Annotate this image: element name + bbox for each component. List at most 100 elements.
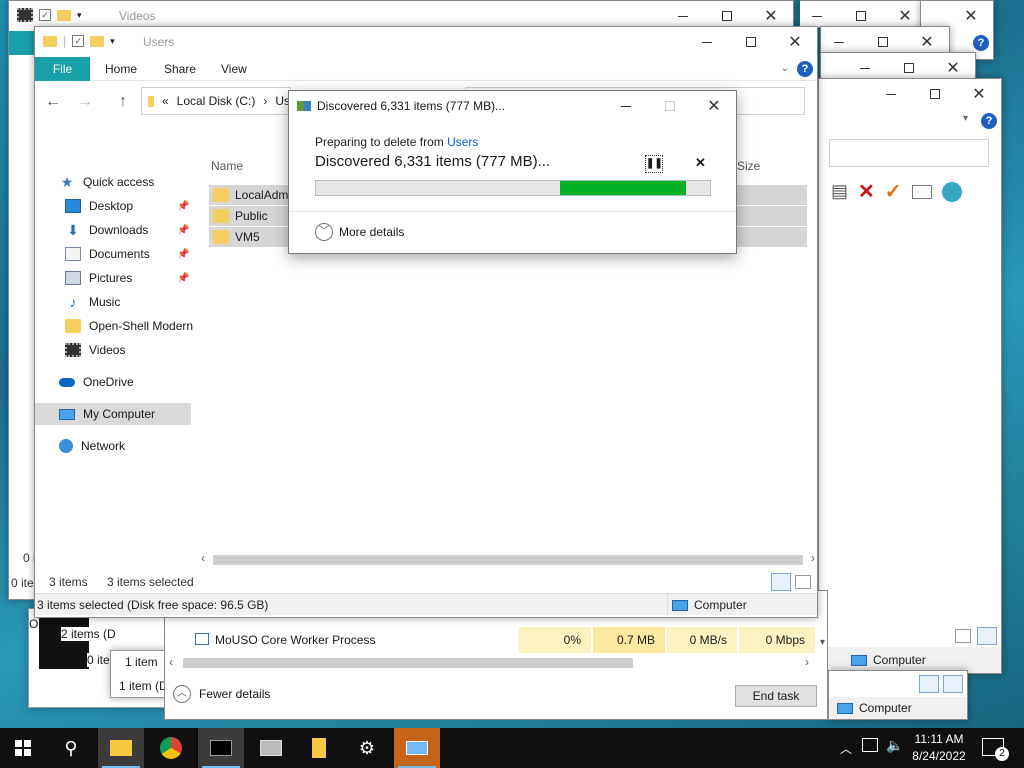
nav-openshell[interactable]: Open-Shell Modern [65, 315, 193, 337]
lower-explorer-window[interactable]: Computer [828, 670, 968, 720]
large-icons-view-icon[interactable] [795, 575, 811, 589]
nav-quick-access[interactable]: ★ Quick access [59, 171, 195, 193]
taskbar-terminal[interactable] [198, 728, 244, 768]
nav-music[interactable]: ♪ Music [65, 291, 201, 313]
scroll-right-icon[interactable]: › [805, 655, 809, 669]
address-bar[interactable]: « Local Disk (C:) › Us [141, 87, 291, 115]
chevron-down-icon[interactable]: ▾ [963, 113, 968, 124]
right-explorer-window[interactable]: ✕ ▾ ? ▤ ✕ ✓ Computer [818, 78, 1002, 674]
checkmark-icon[interactable]: ✓ [885, 179, 902, 204]
maximize-button[interactable] [839, 1, 883, 27]
ribbon-home-tab[interactable]: Home [105, 62, 137, 76]
large-icons-view-icon[interactable] [977, 627, 997, 645]
volume-icon[interactable]: 🔈 [886, 737, 903, 754]
process-row[interactable]: MoUSO Core Worker Process 0% 0.7 MB 0 MB… [165, 627, 815, 653]
maximize-button[interactable] [913, 79, 957, 109]
large-icons-view-icon[interactable] [943, 675, 963, 693]
back-arrow-icon[interactable]: ← [45, 93, 61, 111]
expand-ribbon-icon[interactable]: ⌄ [781, 63, 789, 74]
details-view-icon[interactable] [955, 629, 971, 643]
minimize-button[interactable] [685, 27, 729, 57]
close-button[interactable]: ✕ [692, 91, 736, 121]
taskbar-folder[interactable] [296, 728, 342, 768]
ribbon: File Home Share View ⌄ ? [35, 57, 817, 81]
end-task-button[interactable]: End task [735, 685, 817, 707]
details-view-icon[interactable] [771, 573, 791, 591]
ribbon-view-tab[interactable]: View [221, 62, 247, 76]
maximize-button[interactable] [729, 27, 773, 57]
pin-icon: 📌 [177, 201, 190, 212]
properties-icon[interactable]: ✓ [39, 9, 51, 21]
new-folder-icon[interactable] [90, 35, 105, 47]
taskbar-settings[interactable]: ⚙ [344, 728, 390, 768]
nav-onedrive[interactable]: OneDrive [59, 371, 195, 393]
notification-center-button[interactable]: 2 [982, 738, 1009, 761]
chevron-down-icon[interactable]: ▾ [110, 36, 115, 47]
address-overflow-chevron[interactable]: « [162, 94, 169, 108]
fewer-details-button[interactable]: ︿ Fewer details [173, 685, 270, 703]
computer-icon [672, 599, 688, 611]
clipboard-icon[interactable]: ▤ [831, 181, 848, 202]
start-button[interactable] [0, 728, 46, 768]
file-name: LocalAdmi [235, 188, 292, 202]
source-folder-link[interactable]: Users [447, 135, 478, 149]
scroll-left-icon[interactable]: ‹ [201, 551, 205, 565]
help-icon[interactable]: ? [797, 61, 813, 77]
nav-label: OneDrive [83, 375, 134, 389]
notification-count-badge: 2 [995, 747, 1009, 761]
delete-progress-dialog[interactable]: Discovered 6,331 items (777 MB)... ✕ Pre… [288, 90, 737, 254]
close-button[interactable]: ✕ [773, 27, 817, 57]
close-button[interactable]: ✕ [957, 79, 1001, 109]
nav-videos[interactable]: Videos [65, 339, 201, 361]
progress-fill [560, 181, 686, 195]
scroll-left-icon[interactable]: ‹ [169, 655, 173, 669]
minimize-button[interactable] [869, 79, 913, 109]
scroll-down-icon[interactable]: ▾ [820, 637, 825, 648]
help-icon[interactable]: ? [973, 35, 989, 51]
show-hidden-icons-icon[interactable]: ︿ [840, 740, 852, 757]
shell-icon[interactable] [941, 181, 962, 202]
properties-icon[interactable]: ✓ [72, 35, 85, 47]
close-button[interactable]: ✕ [949, 1, 993, 31]
preparing-text: Preparing to delete from Users [315, 135, 478, 149]
address-drive[interactable]: Local Disk (C:) [177, 94, 256, 108]
horizontal-scrollbar[interactable]: ‹ › [165, 655, 813, 671]
new-folder-icon[interactable] [57, 9, 71, 21]
minimize-button[interactable] [604, 91, 648, 121]
up-arrow-icon[interactable]: ↑ [119, 93, 127, 111]
column-header-name[interactable]: Name [211, 159, 243, 173]
taskbar-chrome[interactable] [148, 728, 194, 768]
forward-arrow-icon[interactable]: → [77, 93, 93, 111]
back-window-2[interactable]: ✕ [800, 0, 928, 28]
ribbon-share-tab[interactable]: Share [164, 62, 196, 76]
network-status-icon[interactable] [862, 738, 878, 752]
taskbar: ⚲ ⚙ ︿ 🔈 11:11 AM 8/24/2022 2 [0, 728, 1024, 768]
help-icon[interactable]: ? [981, 113, 997, 129]
cancel-button[interactable]: ✕ [695, 155, 706, 171]
minimize-button[interactable] [800, 1, 839, 27]
column-header-size[interactable]: Size [737, 159, 760, 173]
delete-icon[interactable]: ✕ [858, 179, 875, 204]
address-separator[interactable]: › [263, 94, 267, 108]
nav-network[interactable]: Network [59, 435, 195, 457]
scroll-right-icon[interactable]: › [811, 551, 815, 565]
chevron-up-circle-icon: ︿ [173, 685, 191, 703]
star-icon: ★ [60, 174, 74, 190]
taskbar-network-app[interactable] [248, 728, 294, 768]
nav-my-computer[interactable]: My Computer [35, 403, 191, 425]
horizontal-scrollbar[interactable]: ‹ › [199, 551, 817, 569]
taskbar-app[interactable] [394, 728, 440, 768]
search-button[interactable]: ⚲ [48, 728, 94, 768]
app-window-icon [406, 741, 428, 755]
taskbar-file-explorer[interactable] [98, 728, 144, 768]
left-back-window-2[interactable]: 1 item 1 item (D [110, 650, 170, 698]
item-count: 3 items [49, 575, 88, 589]
clock[interactable]: 11:11 AM 8/24/2022 [906, 731, 972, 765]
more-details-button[interactable]: ﹀ More details [315, 223, 404, 241]
search-box[interactable] [829, 139, 989, 167]
ribbon-file-tab[interactable]: File [35, 57, 90, 81]
details-view-icon[interactable] [919, 675, 939, 693]
pause-button[interactable]: ❚❚ [645, 155, 663, 173]
properties-icon[interactable] [911, 184, 932, 199]
chevron-down-icon[interactable]: ▾ [77, 10, 82, 21]
